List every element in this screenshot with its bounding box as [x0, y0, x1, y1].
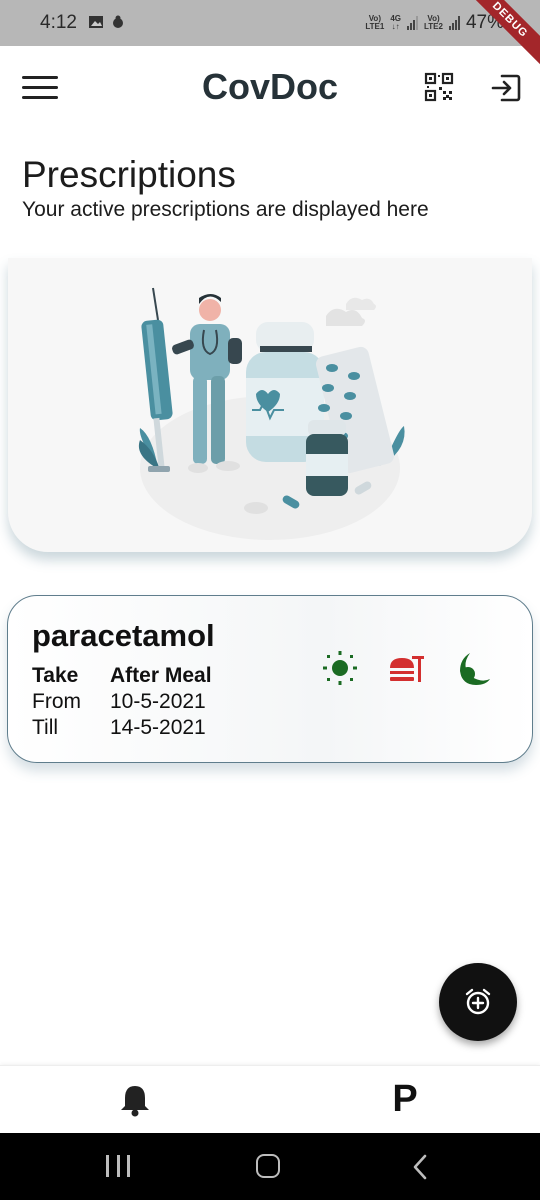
gallery-icon — [89, 16, 103, 28]
sim2-indicator: Vo) LTE2 — [424, 14, 443, 31]
status-bar: 4:12 Vo) LTE1 4G ↓↑ Vo) LTE2 47% DEBUG — [0, 0, 540, 70]
take-value: After Meal — [110, 664, 212, 687]
page-title: Prescriptions — [22, 154, 236, 195]
moon-icon — [460, 653, 490, 685]
signal-icon — [448, 16, 460, 30]
home-button[interactable] — [256, 1154, 280, 1178]
doctor-medicine-illustration — [138, 287, 405, 540]
app-notification-icon — [113, 15, 123, 28]
recent-apps-button[interactable] — [106, 1155, 130, 1177]
till-row: Till 14-5-2021 — [32, 716, 206, 740]
sun-icon — [323, 651, 357, 685]
status-time: 4:12 — [40, 12, 77, 33]
app-bar: CovDoc — [0, 46, 540, 130]
illustration-card — [8, 258, 532, 552]
till-value: 14-5-2021 — [110, 716, 206, 739]
page-subtitle: Your active prescriptions are displayed … — [22, 198, 429, 221]
signal-icon — [407, 16, 418, 30]
bell-icon[interactable] — [117, 1082, 153, 1118]
medicine-name: paracetamol — [32, 618, 215, 653]
back-button[interactable] — [410, 1153, 430, 1181]
alarm-add-icon — [465, 988, 491, 1015]
take-label: Take — [32, 664, 79, 687]
prescription-card[interactable]: paracetamol Take After Meal From 10-5-20… — [7, 595, 533, 763]
system-navigation-bar — [0, 1133, 540, 1200]
logout-icon[interactable] — [490, 72, 522, 104]
from-value: 10-5-2021 — [110, 690, 206, 713]
take-row: Take After Meal — [32, 664, 212, 688]
meal-icon — [390, 656, 424, 682]
network-type: 4G ↓↑ — [390, 14, 401, 31]
from-label: From — [32, 690, 81, 713]
app-title: CovDoc — [201, 66, 339, 107]
status-right: Vo) LTE1 4G ↓↑ Vo) LTE2 47% — [365, 12, 504, 34]
qr-code-icon[interactable] — [424, 72, 454, 102]
add-alarm-button[interactable] — [439, 963, 517, 1041]
sim1-indicator: Vo) LTE1 — [365, 14, 385, 31]
till-label: Till — [32, 716, 59, 739]
status-notification-icons — [88, 14, 126, 30]
from-row: From 10-5-2021 — [32, 690, 206, 714]
prescriptions-nav-item[interactable]: P — [380, 1078, 430, 1121]
bottom-navigation: P — [0, 1065, 540, 1133]
